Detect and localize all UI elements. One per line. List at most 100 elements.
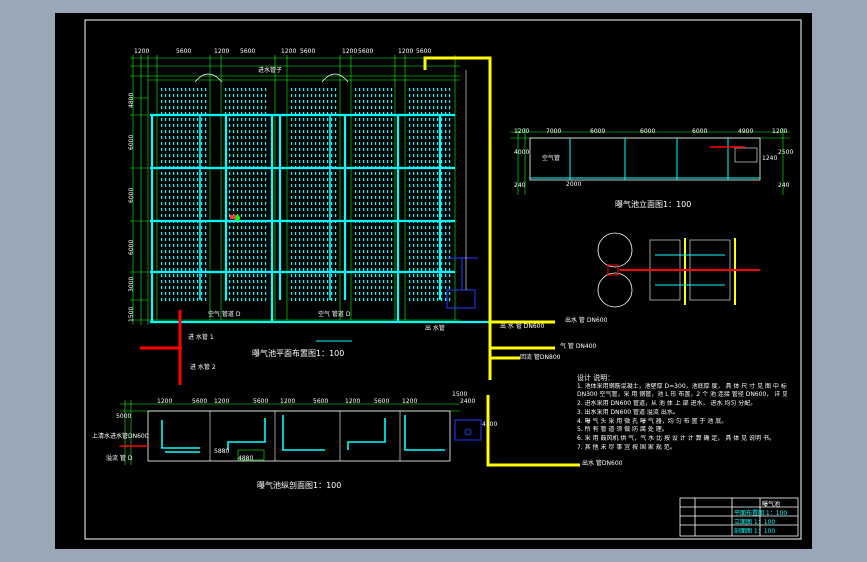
diffuser-mark [261,118,263,121]
diffuser-mark [375,256,377,259]
diffuser-mark [233,88,235,91]
diffuser-mark [367,160,369,163]
diffuser-mark [253,94,255,97]
diffuser-mark [177,286,179,289]
diffuser-mark [421,238,423,241]
diffuser-mark [433,154,435,157]
diffuser-mark [425,136,427,139]
diffuser-mark [291,244,293,247]
diffuser-mark [391,172,393,175]
diffuser-mark [445,256,447,259]
diffuser-mark [331,136,333,139]
diffuser-mark [359,280,361,283]
diffuser-mark [417,232,419,235]
diffuser-mark [449,244,451,247]
diffuser-mark [383,232,385,235]
diffuser-mark [437,100,439,103]
diffuser-mark [265,262,267,265]
diffuser-mark [319,286,321,289]
diffuser-mark [383,190,385,193]
diffuser-mark [245,238,247,241]
diffuser-mark [391,142,393,145]
diffuser-mark [169,214,171,217]
diffuser-mark [165,250,167,253]
diffuser-mark [413,184,415,187]
diffuser-mark [257,202,259,205]
diffuser-mark [245,196,247,199]
diffuser-mark [161,160,163,163]
diffuser-mark [371,280,373,283]
diffuser-mark [233,136,235,139]
diffuser-mark [173,232,175,235]
diffuser-mark [205,148,207,151]
diffuser-mark [413,298,415,301]
diffuser-mark [181,196,183,199]
diffuser-mark [371,184,373,187]
diffuser-mark [181,88,183,91]
diffuser-mark [449,154,451,157]
diffuser-mark [437,88,439,91]
diffuser-mark [173,94,175,97]
diffuser-mark [193,208,195,211]
diffuser-mark [371,148,373,151]
diffuser-mark [303,88,305,91]
diffuser-mark [359,94,361,97]
diffuser-mark [441,130,443,133]
diffuser-mark [391,292,393,295]
diffuser-mark [387,286,389,289]
diffuser-mark [355,232,357,235]
diffuser-mark [445,154,447,157]
diffuser-mark [295,196,297,199]
diffuser-mark [323,124,325,127]
diffuser-mark [327,202,329,205]
diffuser-mark [181,202,183,205]
diffuser-mark [433,208,435,211]
diffuser-mark [299,118,301,121]
diffuser-mark [379,274,381,277]
diffuser-mark [189,106,191,109]
diffuser-mark [253,244,255,247]
diffuser-mark [421,118,423,121]
diffuser-mark [375,124,377,127]
diffuser-mark [311,88,313,91]
diffuser-mark [291,232,293,235]
diffuser-mark [307,256,309,259]
diffuser-mark [425,244,427,247]
diffuser-mark [421,124,423,127]
diffuser-mark [441,172,443,175]
diffuser-mark [249,202,251,205]
diffuser-mark [253,214,255,217]
diffuser-mark [379,196,381,199]
diffuser-mark [327,94,329,97]
diffuser-mark [237,142,239,145]
diffuser-mark [363,124,365,127]
diffuser-mark [237,298,239,301]
diffuser-mark [185,202,187,205]
diffuser-mark [165,256,167,259]
diffuser-mark [445,232,447,235]
diffuser-mark [367,100,369,103]
diffuser-mark [241,298,243,301]
diffuser-mark [185,196,187,199]
diffuser-mark [437,172,439,175]
diffuser-mark [417,292,419,295]
diffuser-mark [311,154,313,157]
diffuser-mark [425,118,427,121]
diffuser-mark [355,250,357,253]
diffuser-mark [375,100,377,103]
diffuser-mark [169,172,171,175]
diffuser-mark [185,286,187,289]
diffuser-mark [291,262,293,265]
diffuser-mark [311,148,313,151]
diffuser-mark [169,196,171,199]
diffuser-mark [315,172,317,175]
diffuser-mark [197,298,199,301]
diffuser-mark [185,136,187,139]
diffuser-mark [249,214,251,217]
diffuser-mark [237,244,239,247]
diffuser-mark [197,214,199,217]
diffuser-mark [193,130,195,133]
diffuser-mark [233,232,235,235]
diffuser-mark [261,208,263,211]
diffuser-mark [181,172,183,175]
